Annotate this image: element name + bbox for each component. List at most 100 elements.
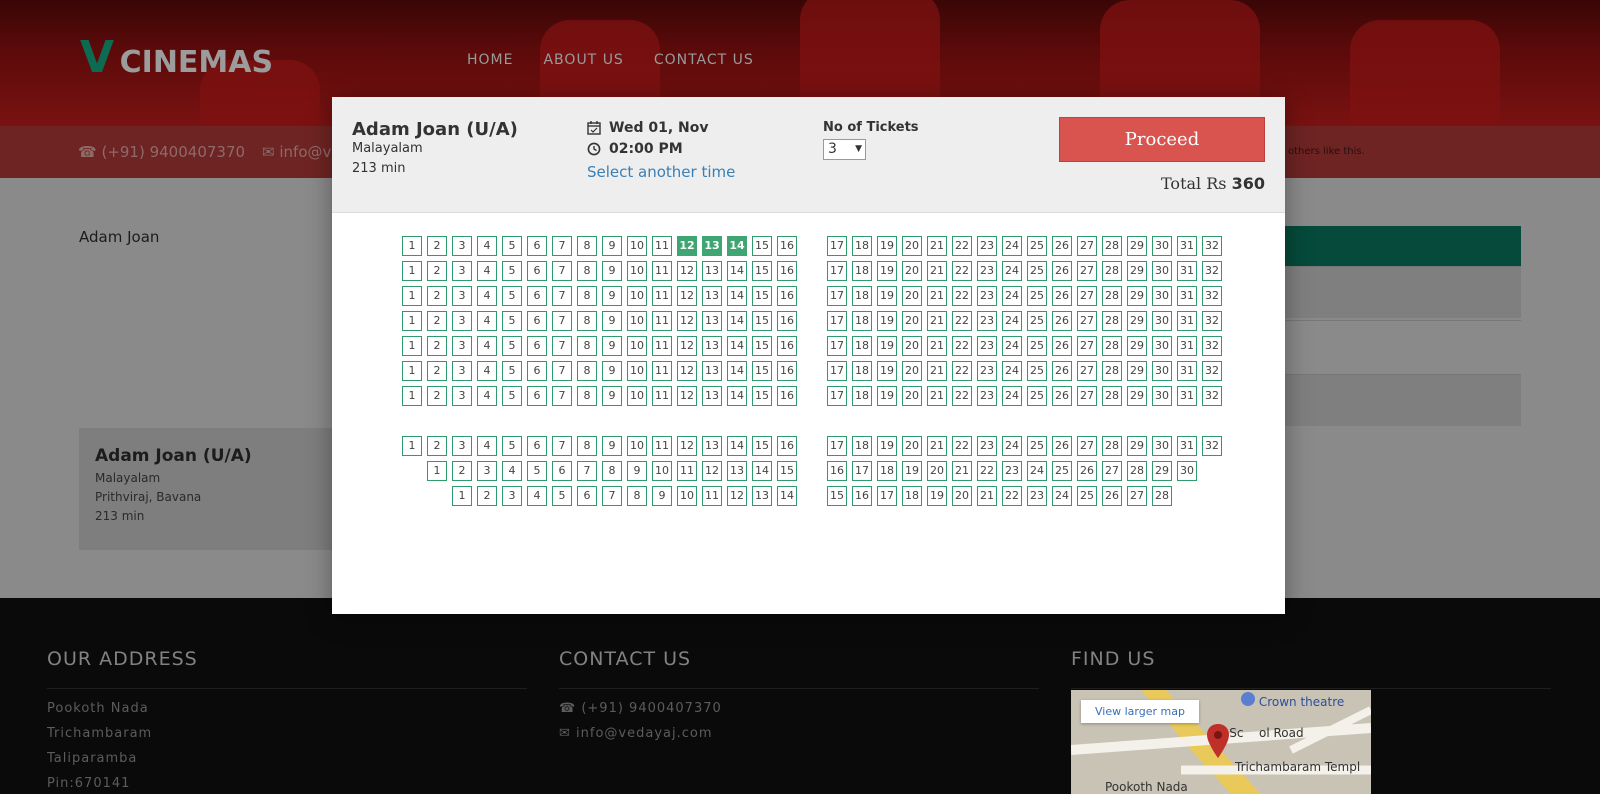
seat[interactable]: 19 (902, 461, 922, 481)
seat[interactable]: 28 (1102, 386, 1122, 406)
seat[interactable]: 26 (1102, 486, 1122, 506)
seat[interactable]: 15 (752, 386, 772, 406)
seat[interactable]: 6 (527, 361, 547, 381)
seat[interactable]: 16 (777, 236, 797, 256)
seat[interactable]: 32 (1202, 386, 1222, 406)
seat[interactable]: 1 (402, 361, 422, 381)
seat[interactable]: 1 (402, 261, 422, 281)
seat[interactable]: 4 (477, 386, 497, 406)
seat[interactable]: 6 (527, 261, 547, 281)
seat[interactable]: 11 (652, 361, 672, 381)
seat[interactable]: 32 (1202, 286, 1222, 306)
seat[interactable]: 13 (702, 336, 722, 356)
seat[interactable]: 6 (552, 461, 572, 481)
seat[interactable]: 18 (852, 261, 872, 281)
seat[interactable]: 25 (1027, 286, 1047, 306)
seat[interactable]: 31 (1177, 236, 1197, 256)
seat[interactable]: 15 (752, 236, 772, 256)
seat[interactable]: 7 (552, 336, 572, 356)
seat[interactable]: 8 (577, 261, 597, 281)
seat[interactable]: 30 (1152, 436, 1172, 456)
seat[interactable]: 11 (652, 286, 672, 306)
seat[interactable]: 21 (927, 261, 947, 281)
seat[interactable]: 25 (1027, 311, 1047, 331)
seat[interactable]: 16 (777, 361, 797, 381)
seat[interactable]: 25 (1027, 336, 1047, 356)
nav-contact[interactable]: CONTACT US (654, 52, 754, 68)
seat[interactable]: 1 (402, 286, 422, 306)
seat[interactable]: 18 (852, 361, 872, 381)
seat[interactable]: 20 (902, 286, 922, 306)
seat[interactable]: 4 (477, 236, 497, 256)
seat[interactable]: 21 (927, 436, 947, 456)
seat[interactable]: 18 (877, 461, 897, 481)
seat[interactable]: 7 (552, 261, 572, 281)
seat[interactable]: 1 (402, 436, 422, 456)
seat[interactable]: 28 (1127, 461, 1147, 481)
seat[interactable]: 13 (702, 361, 722, 381)
seat[interactable]: 7 (577, 461, 597, 481)
embedded-map[interactable]: View larger map Crown theatre ya Sc ol R… (1071, 690, 1371, 794)
seat[interactable]: 10 (627, 386, 647, 406)
seat[interactable]: 32 (1202, 311, 1222, 331)
seat[interactable]: 21 (927, 336, 947, 356)
seat[interactable]: 32 (1202, 361, 1222, 381)
seat[interactable]: 21 (952, 461, 972, 481)
view-larger-map-button[interactable]: View larger map (1081, 700, 1199, 723)
seat[interactable]: 12 (677, 436, 697, 456)
seat[interactable]: 26 (1052, 386, 1072, 406)
seat[interactable]: 20 (902, 386, 922, 406)
seat[interactable]: 30 (1177, 461, 1197, 481)
seat[interactable]: 14 (727, 336, 747, 356)
seat[interactable]: 19 (877, 336, 897, 356)
seat[interactable]: 4 (477, 286, 497, 306)
seat[interactable]: 20 (902, 436, 922, 456)
seat[interactable]: 20 (902, 311, 922, 331)
seat[interactable]: 10 (627, 286, 647, 306)
seat[interactable]: 30 (1152, 336, 1172, 356)
seat[interactable]: 2 (427, 336, 447, 356)
seat[interactable]: 15 (752, 336, 772, 356)
seat[interactable]: 23 (977, 261, 997, 281)
seat[interactable]: 24 (1002, 311, 1022, 331)
seat[interactable]: 8 (577, 311, 597, 331)
seat[interactable]: 12 (677, 261, 697, 281)
seat[interactable]: 30 (1152, 361, 1172, 381)
seat[interactable]: 22 (952, 236, 972, 256)
seat[interactable]: 24 (1002, 286, 1022, 306)
seat[interactable]: 25 (1027, 361, 1047, 381)
seat[interactable]: 9 (602, 361, 622, 381)
seat[interactable]: 24 (1052, 486, 1072, 506)
seat[interactable]: 13 (702, 236, 722, 256)
seat[interactable]: 17 (852, 461, 872, 481)
seat[interactable]: 23 (977, 436, 997, 456)
seat[interactable]: 21 (927, 236, 947, 256)
seat[interactable]: 6 (527, 336, 547, 356)
seat[interactable]: 26 (1077, 461, 1097, 481)
seat[interactable]: 13 (702, 386, 722, 406)
seat[interactable]: 15 (827, 486, 847, 506)
seat[interactable]: 25 (1052, 461, 1072, 481)
seat[interactable]: 10 (627, 361, 647, 381)
seat[interactable]: 29 (1127, 311, 1147, 331)
seat[interactable]: 13 (727, 461, 747, 481)
seat[interactable]: 31 (1177, 286, 1197, 306)
seat[interactable]: 17 (827, 236, 847, 256)
seat[interactable]: 23 (977, 286, 997, 306)
seat[interactable]: 10 (677, 486, 697, 506)
seat[interactable]: 27 (1102, 461, 1122, 481)
seat[interactable]: 14 (727, 386, 747, 406)
seat[interactable]: 15 (777, 461, 797, 481)
seat[interactable]: 29 (1127, 386, 1147, 406)
seat[interactable]: 16 (777, 311, 797, 331)
seat[interactable]: 4 (477, 336, 497, 356)
seat[interactable]: 16 (777, 261, 797, 281)
seat[interactable]: 26 (1052, 286, 1072, 306)
seat[interactable]: 7 (602, 486, 622, 506)
seat[interactable]: 10 (627, 236, 647, 256)
seat[interactable]: 17 (827, 436, 847, 456)
seat[interactable]: 13 (702, 261, 722, 281)
nav-home[interactable]: HOME (467, 52, 513, 68)
seat[interactable]: 7 (552, 286, 572, 306)
seat[interactable]: 26 (1052, 436, 1072, 456)
